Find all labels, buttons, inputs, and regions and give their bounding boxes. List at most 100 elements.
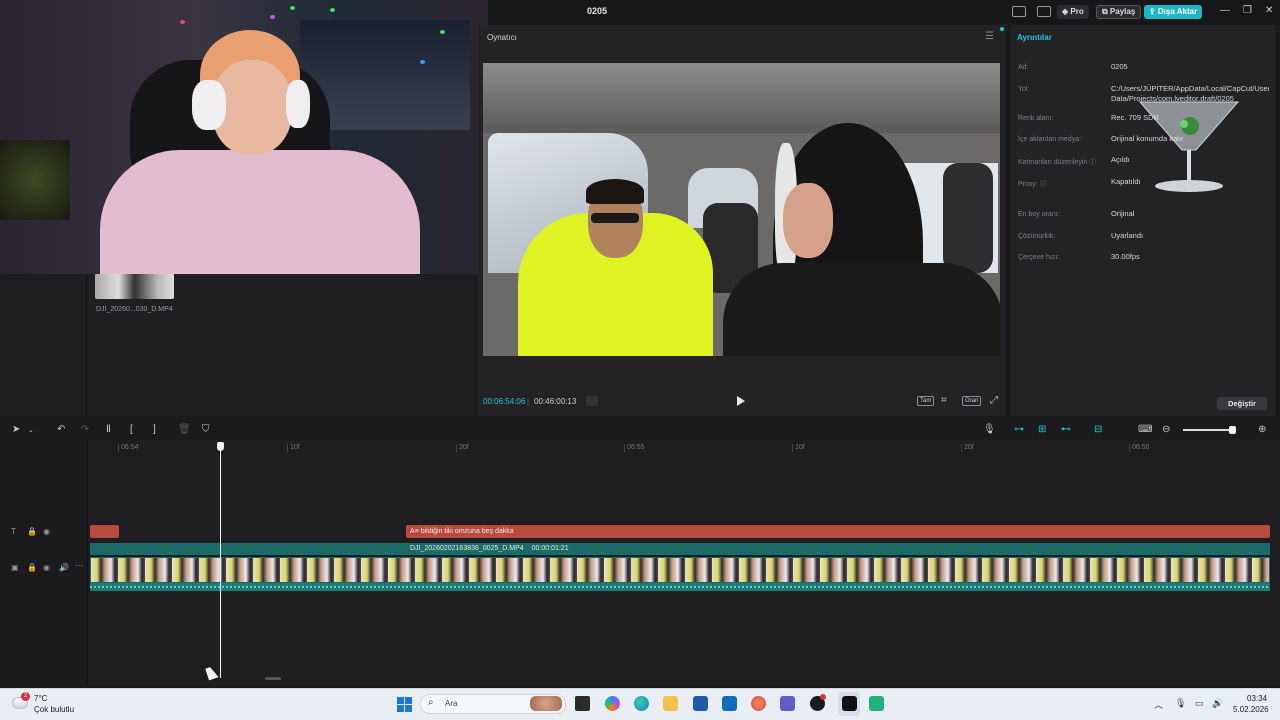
edge-icon[interactable]: [634, 696, 649, 711]
zoom-slider[interactable]: [1183, 429, 1235, 431]
search-highlight-image[interactable]: [530, 696, 562, 711]
link-icon[interactable]: ⊶: [1014, 424, 1024, 435]
video-clip-filmstrip[interactable]: [90, 557, 1270, 583]
text-clip[interactable]: [90, 525, 119, 538]
clock-time[interactable]: 03:34: [1247, 694, 1267, 703]
capcut-icon[interactable]: [842, 696, 857, 711]
eye-icon[interactable]: ◉: [43, 563, 50, 572]
windows-logo-tile: [405, 705, 412, 712]
microphone-tray-icon[interactable]: 🎙: [1175, 698, 1186, 709]
zoom-out-icon[interactable]: ⊖: [1162, 424, 1170, 435]
outlook-icon[interactable]: [722, 696, 737, 711]
start-button[interactable]: [397, 697, 412, 712]
detail-value-frame-rate: 30.00fps: [1111, 252, 1140, 261]
audio-icon[interactable]: 🔊: [59, 563, 69, 572]
minimize-button[interactable]: —: [1220, 5, 1230, 16]
window-title: 0205: [587, 6, 608, 16]
media-clip-thumbnail[interactable]: [95, 273, 174, 299]
audio-waveform: [90, 586, 1270, 588]
chevron-down-icon[interactable]: ⌄: [28, 426, 34, 434]
chevron-up-icon[interactable]: ︿: [1154, 698, 1163, 711]
playhead[interactable]: [220, 446, 221, 678]
detail-value-name: 0205: [1111, 62, 1128, 71]
more-icon[interactable]: ⋯: [75, 561, 83, 570]
snap-icon[interactable]: ⊷: [1061, 424, 1071, 435]
ratio-button[interactable]: Oran: [962, 396, 982, 406]
weather-temperature[interactable]: 7°C: [34, 694, 47, 703]
lock-icon[interactable]: 🔒: [27, 563, 37, 572]
ruler-tick: [792, 444, 793, 452]
timecode-separator: |: [527, 397, 530, 406]
cocktail-glass-sticker: [1138, 101, 1240, 192]
ruler-label: 20f: [459, 444, 469, 451]
export-button[interactable]: ⇪ Dışa Aktar: [1144, 5, 1203, 19]
video-clip-duration: 00:00:01:21: [531, 545, 569, 552]
player-menu-icon[interactable]: ☰: [985, 31, 994, 42]
detail-label-layers: Katmanları düzenleyin ⓘ: [1018, 159, 1097, 166]
lock-icon[interactable]: 🔒: [27, 527, 37, 536]
copilot-icon[interactable]: [605, 696, 620, 711]
detail-label-aspect-ratio: En boy oranı:: [1018, 211, 1060, 218]
woman-face: [783, 183, 833, 258]
detail-label-color-space: Renk alanı:: [1018, 115, 1054, 122]
magnet-icon[interactable]: ⊞: [1038, 424, 1046, 435]
modify-button[interactable]: Değiştir: [1217, 397, 1267, 410]
video-clip-name: DJI_20260202163836_0025_D.MP4: [410, 545, 524, 552]
clock-date[interactable]: 5.02.2026: [1233, 705, 1269, 714]
teams-icon[interactable]: [780, 696, 795, 711]
zoom-slider-handle[interactable]: [1229, 426, 1236, 434]
trim-right-icon[interactable]: ]: [153, 424, 156, 435]
windows-logo-tile: [405, 697, 412, 704]
file-explorer-icon[interactable]: [663, 696, 678, 711]
search-placeholder[interactable]: Ara: [445, 699, 457, 708]
full-quality-button[interactable]: Tam: [917, 396, 935, 406]
car-roof: [483, 63, 1000, 133]
video-clip-header[interactable]: DJI_20260202163836_0025_D.MP4 00:00:01:2…: [90, 543, 1270, 555]
share-button[interactable]: ⧉ Paylaş: [1096, 5, 1142, 19]
disco-light: [270, 15, 275, 19]
ruler-label: 06:54: [121, 444, 139, 451]
fur-coat: [723, 263, 1000, 356]
zoom-in-icon[interactable]: ⊕: [1258, 424, 1266, 435]
microphone-icon[interactable]: 🎙: [983, 424, 996, 435]
pro-button[interactable]: ◈ Pro: [1057, 5, 1089, 19]
playhead-handle[interactable]: [217, 442, 224, 451]
screenshot-icon[interactable]: ⌗: [941, 395, 947, 406]
shield-icon[interactable]: ⛉: [202, 424, 210, 435]
close-button[interactable]: ✕: [1265, 5, 1273, 16]
notepad-icon[interactable]: [869, 696, 884, 711]
media-divider: [86, 274, 87, 416]
webcam-plant: [0, 140, 70, 220]
fullscreen-icon[interactable]: ⤢: [990, 395, 998, 406]
grid-icon[interactable]: [586, 396, 598, 406]
layout-icon[interactable]: [1012, 6, 1026, 17]
preview-axis-icon[interactable]: ⌨: [1138, 424, 1152, 435]
video-preview[interactable]: [483, 63, 1000, 356]
maximize-button[interactable]: ❐: [1243, 5, 1252, 16]
select-tool-icon[interactable]: ➤: [12, 424, 20, 435]
eye-icon[interactable]: ◉: [43, 527, 50, 536]
undo-icon[interactable]: ↶: [57, 424, 65, 435]
detail-label-imported-media: İçe aktarılan medya:: [1018, 136, 1082, 143]
ruler-label: 10f: [795, 444, 805, 451]
detail-label-frame-rate: Çerçeve hızı:: [1018, 254, 1060, 261]
firefox-icon[interactable]: [751, 696, 766, 711]
delete-icon[interactable]: 🗑: [178, 424, 191, 435]
video-track-icon: ▣: [11, 563, 19, 572]
redo-icon[interactable]: ↷: [81, 424, 89, 435]
network-icon[interactable]: ▭: [1195, 698, 1204, 709]
ruler-label: 06:55: [627, 444, 645, 451]
split-screen-icon[interactable]: ⊟: [1094, 424, 1102, 435]
timeline-scrollbar[interactable]: [265, 677, 281, 680]
man-sunglasses: [591, 213, 639, 223]
task-view-icon[interactable]: [575, 696, 590, 711]
volume-icon[interactable]: 🔊: [1212, 698, 1223, 709]
weather-description[interactable]: Çok bulutlu: [34, 705, 74, 714]
play-button[interactable]: [737, 396, 745, 406]
weather-badge: 2: [21, 692, 30, 701]
trim-left-icon[interactable]: [: [130, 424, 133, 435]
store-icon[interactable]: [693, 696, 708, 711]
split-icon[interactable]: Ⅱ: [106, 424, 111, 435]
text-clip[interactable]: A≡ bildiğin tiki omzuna beş dakka: [406, 525, 1270, 538]
shortcuts-icon[interactable]: [1037, 6, 1051, 17]
